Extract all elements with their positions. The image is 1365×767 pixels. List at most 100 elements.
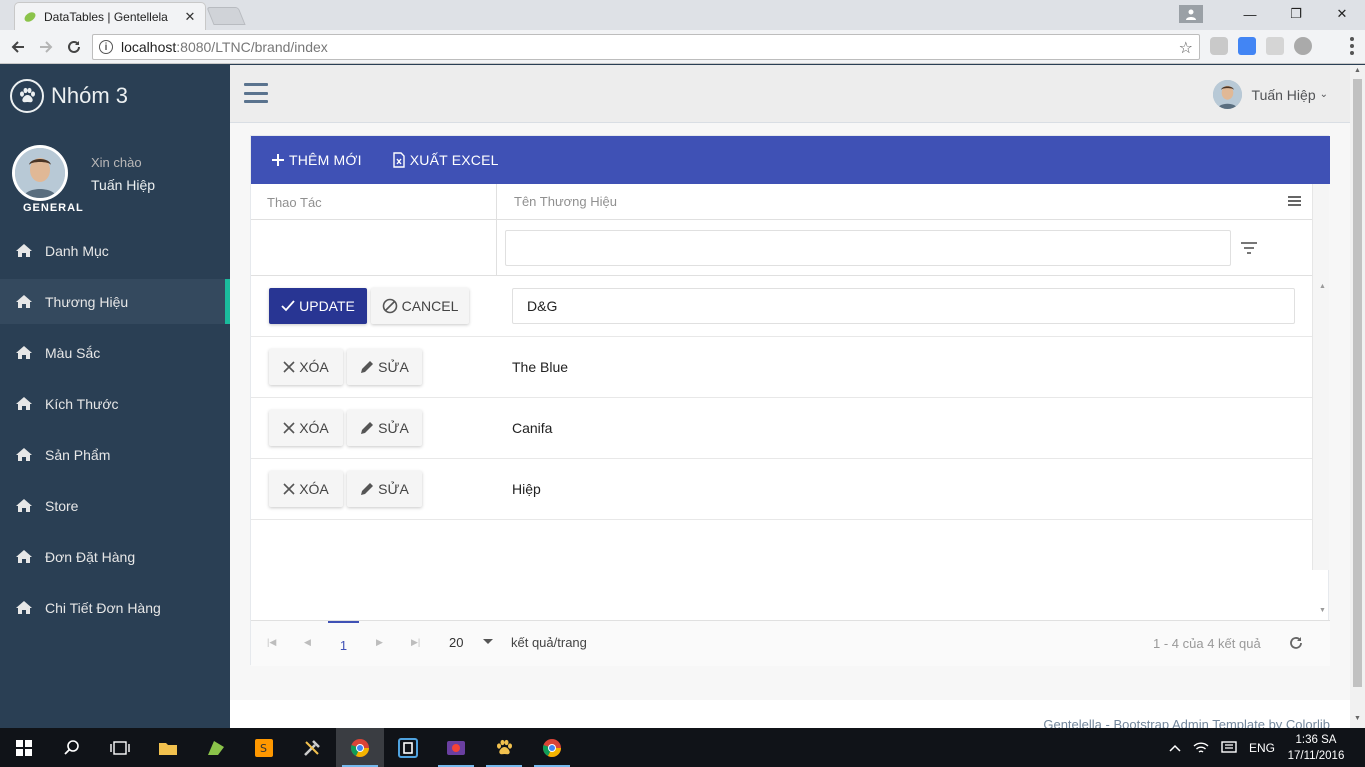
delete-label: XÓA	[299, 420, 329, 436]
cancel-button[interactable]: CANCEL	[371, 288, 469, 324]
notification-icon[interactable]	[1221, 740, 1237, 755]
delete-button[interactable]: XÓA	[269, 471, 343, 507]
scrollbar-thumb[interactable]	[1353, 79, 1362, 687]
table-row: XÓA SỬA Hiệp	[251, 459, 1312, 520]
restore-button[interactable]: ❐	[1273, 0, 1319, 28]
sidebar-item-mau-sac[interactable]: Màu Sắc	[0, 327, 230, 378]
chevron-up-icon[interactable]	[1169, 744, 1181, 752]
page-size-select[interactable]: 20	[449, 635, 463, 650]
sidebar: Nhóm 3 Xin chào Tuấn Hiệp GENERAL Danh M…	[0, 65, 230, 728]
next-page-icon[interactable]: ▶	[376, 637, 383, 648]
update-button[interactable]: UPDATE	[269, 288, 367, 324]
extension-icon[interactable]	[1294, 37, 1312, 55]
sidebar-item-san-pham[interactable]: Sản Phẩm	[0, 429, 230, 480]
page-size-label: kết quả/trang	[511, 635, 587, 650]
browser-tab[interactable]: DataTables | Gentellela ✕	[14, 2, 206, 30]
brand-name-cell[interactable]: Canifa	[512, 420, 552, 436]
delete-button[interactable]: XÓA	[269, 349, 343, 385]
column-header-brand-name[interactable]: Tên Thương Hiệu	[514, 194, 617, 209]
sidebar-item-chi-tiet-don-hang[interactable]: Chi Tiết Đơn Hàng	[0, 582, 230, 633]
app-icon[interactable]	[192, 728, 240, 767]
export-excel-button[interactable]: XUẤT EXCEL	[392, 152, 499, 168]
extension-icon[interactable]	[1266, 37, 1284, 55]
close-icon	[283, 422, 295, 434]
profile-icon[interactable]	[1179, 5, 1203, 23]
main-content: Tuấn Hiệp ⌄ THÊM MỚI XUẤT EXCEL Thao Tác…	[230, 65, 1350, 732]
close-window-button[interactable]: ✕	[1319, 0, 1365, 28]
task-view-icon[interactable]	[96, 728, 144, 767]
sidebar-item-thuong-hieu[interactable]: Thương Hiệu	[0, 279, 230, 324]
bookmark-star-icon[interactable]: ☆	[1179, 38, 1193, 58]
caret-down-icon[interactable]	[483, 639, 493, 644]
column-header-actions[interactable]: Thao Tác	[267, 195, 322, 210]
close-icon	[283, 361, 295, 373]
sidebar-item-label: Sản Phẩm	[45, 446, 111, 463]
chevron-down-icon: ⌄	[1319, 89, 1328, 100]
new-tab-button[interactable]	[206, 7, 246, 25]
wifi-icon[interactable]	[1193, 741, 1209, 755]
last-page-icon[interactable]: ▶|	[411, 637, 420, 648]
sidebar-item-danh-muc[interactable]: Danh Mục	[0, 225, 230, 276]
page-scrollbar[interactable]: ▲ ▼	[1350, 65, 1365, 728]
tools-icon[interactable]	[288, 728, 336, 767]
extension-icon[interactable]	[1210, 37, 1228, 55]
reload-button[interactable]	[60, 33, 88, 61]
minimize-button[interactable]: —	[1227, 0, 1273, 28]
home-icon	[15, 294, 33, 310]
pencil-icon	[360, 421, 374, 435]
sublime-icon[interactable]: S	[240, 728, 288, 767]
prev-page-icon[interactable]: ◀	[304, 637, 311, 648]
edit-label: SỬA	[378, 481, 409, 497]
scroll-down-arrow-icon[interactable]: ▼	[1354, 715, 1361, 722]
grid-scrollbar[interactable]	[1312, 184, 1329, 570]
forward-button[interactable]	[32, 33, 60, 61]
table-row: XÓA SỬA The Blue	[251, 337, 1312, 398]
user-menu[interactable]: Tuấn Hiệp ⌄	[1212, 80, 1328, 109]
file-explorer-icon[interactable]	[144, 728, 192, 767]
sidebar-item-kich-thuoc[interactable]: Kích Thước	[0, 378, 230, 429]
translate-icon[interactable]	[1238, 37, 1256, 55]
info-icon[interactable]: i	[99, 40, 113, 54]
brand[interactable]: Nhóm 3	[10, 79, 128, 113]
grid-panel: THÊM MỚI XUẤT EXCEL Thao Tác Tên Thương …	[250, 135, 1330, 667]
language-indicator[interactable]: ENG	[1249, 741, 1275, 755]
paw-icon[interactable]	[480, 728, 528, 767]
brand-name-cell[interactable]: The Blue	[512, 359, 568, 375]
pencil-icon	[360, 360, 374, 374]
browser-menu-icon[interactable]	[1346, 36, 1358, 56]
edit-button[interactable]: SỬA	[347, 410, 422, 446]
pager-info: 1 - 4 của 4 kết quả	[1153, 636, 1261, 651]
app-icon[interactable]	[384, 728, 432, 767]
top-nav: Tuấn Hiệp ⌄	[230, 65, 1350, 123]
search-icon[interactable]	[48, 728, 96, 767]
clock[interactable]: 1:36 SA 17/11/2016	[1281, 732, 1351, 764]
add-new-button[interactable]: THÊM MỚI	[271, 152, 362, 168]
edit-button[interactable]: SỬA	[347, 349, 422, 385]
address-bar[interactable]: i localhost:8080/LTNC/brand/index ☆	[92, 34, 1200, 60]
scroll-up-arrow-icon[interactable]: ▲	[1319, 283, 1326, 290]
first-page-icon[interactable]: |◀	[267, 637, 276, 648]
chrome-icon[interactable]	[528, 728, 576, 767]
column-menu-icon[interactable]	[1288, 196, 1301, 206]
scroll-down-arrow-icon[interactable]: ▼	[1319, 607, 1326, 614]
scroll-up-arrow-icon[interactable]: ▲	[1354, 67, 1361, 74]
game-icon[interactable]	[432, 728, 480, 767]
system-tray: ENG 1:36 SA 17/11/2016	[1163, 728, 1365, 767]
brand-name-cell[interactable]: Hiệp	[512, 481, 541, 497]
svg-text:S: S	[260, 742, 267, 755]
sidebar-item-store[interactable]: Store	[0, 480, 230, 531]
delete-button[interactable]: XÓA	[269, 410, 343, 446]
current-page[interactable]: 1	[328, 621, 359, 667]
sidebar-item-don-dat-hang[interactable]: Đơn Đặt Hàng	[0, 531, 230, 582]
menu-toggle-icon[interactable]	[244, 83, 268, 103]
filter-icon[interactable]	[1241, 242, 1257, 254]
chrome-icon[interactable]	[336, 728, 384, 767]
refresh-icon[interactable]	[1287, 634, 1305, 652]
windows-start-icon[interactable]	[0, 728, 48, 767]
taskbar: S ENG 1:36 SA 17/11/2016	[0, 728, 1365, 767]
back-button[interactable]	[4, 33, 32, 61]
tab-close-icon[interactable]: ✕	[183, 9, 197, 25]
edit-button[interactable]: SỬA	[347, 471, 422, 507]
brand-name-edit-input[interactable]	[512, 288, 1295, 324]
brand-filter-input[interactable]	[505, 230, 1231, 266]
